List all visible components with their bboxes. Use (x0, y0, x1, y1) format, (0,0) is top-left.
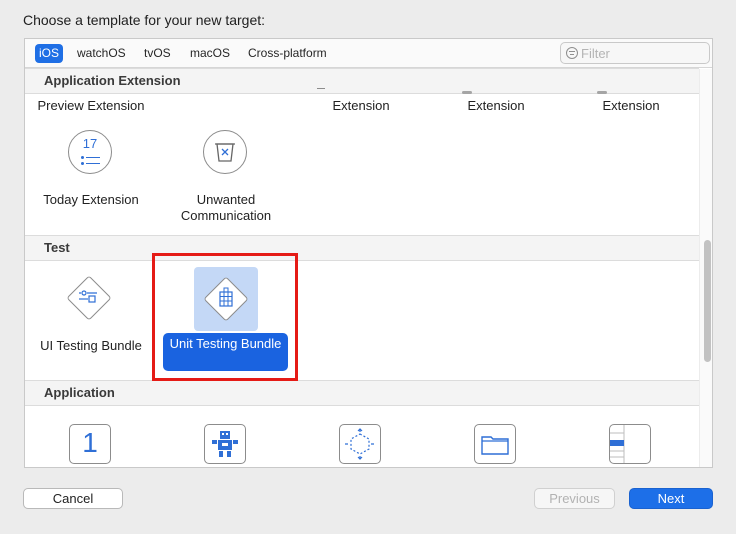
tab-tvos[interactable]: tvOS (140, 44, 175, 63)
partial-icon (462, 91, 472, 94)
filter-field[interactable] (560, 42, 710, 64)
template-panel: iOS watchOS tvOS macOS Cross-platform Ap… (24, 38, 713, 468)
tab-watchos[interactable]: watchOS (73, 44, 130, 63)
template-label-today-extension[interactable]: Today Extension (25, 192, 158, 208)
document-app-icon[interactable] (474, 424, 516, 464)
template-label[interactable]: Extension (294, 98, 428, 114)
tab-cross-platform[interactable]: Cross-platform (244, 44, 331, 63)
partial-icon (597, 91, 607, 94)
cancel-button[interactable]: Cancel (23, 488, 123, 509)
game-icon[interactable] (204, 424, 246, 464)
section-header-test: Test (25, 235, 699, 261)
filter-icon (566, 47, 578, 59)
partial-icon (317, 88, 325, 92)
scrollbar[interactable] (699, 69, 712, 467)
template-label[interactable]: Extension (564, 98, 698, 114)
next-button[interactable]: Next (629, 488, 713, 509)
previous-button[interactable]: Previous (534, 488, 615, 509)
ui-testing-icon[interactable] (66, 275, 112, 321)
section-header-application: Application (25, 380, 699, 406)
template-label-unwanted-communication[interactable]: Unwanted Communication (159, 192, 293, 224)
scrollbar-thumb[interactable] (704, 240, 711, 362)
filter-input[interactable] (581, 44, 705, 62)
augmented-reality-icon[interactable] (339, 424, 381, 464)
template-label[interactable]: Preview Extension (25, 98, 158, 114)
single-view-app-icon[interactable]: 1 (69, 424, 111, 464)
calendar-17-icon[interactable]: 17 (68, 130, 112, 174)
dialog-title: Choose a template for your new target: (23, 12, 266, 28)
tab-macos[interactable]: macOS (186, 44, 234, 63)
template-label[interactable]: Extension (429, 98, 563, 114)
highlight-annotation (152, 253, 298, 381)
template-label-ui-testing-bundle[interactable]: UI Testing Bundle (25, 338, 158, 354)
platform-toolbar: iOS watchOS tvOS macOS Cross-platform (25, 39, 712, 68)
master-detail-app-icon[interactable] (609, 424, 651, 464)
tab-ios[interactable]: iOS (35, 44, 64, 63)
spam-filter-icon[interactable] (203, 130, 247, 174)
